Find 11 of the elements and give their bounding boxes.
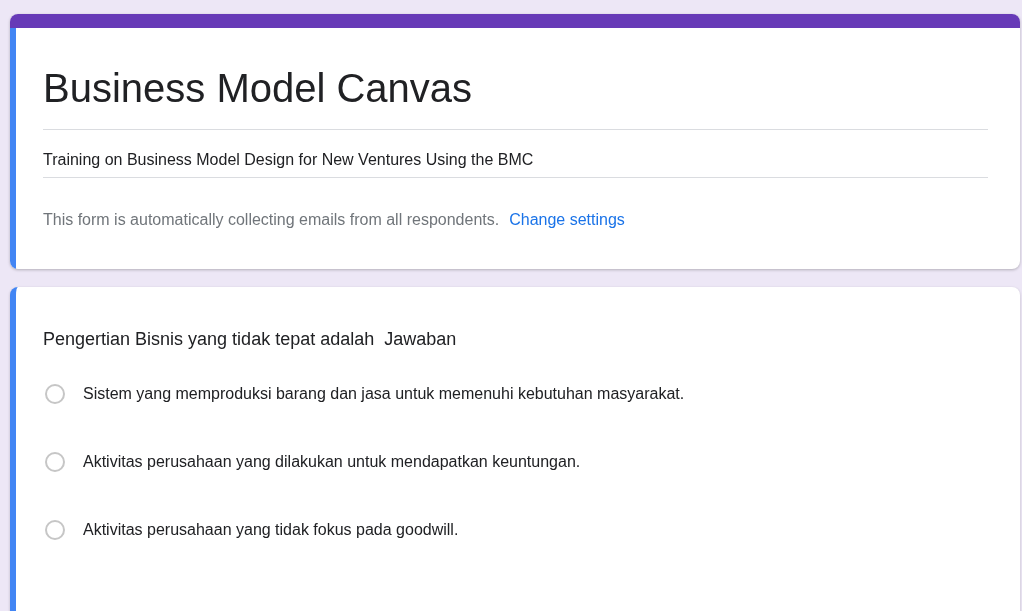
option-label: Sistem yang memproduksi barang dan jasa untuk memenuhi kebutuhan masyarakat. — [83, 385, 685, 403]
form-title: Business Model Canvas — [43, 66, 988, 130]
radio-button[interactable] — [45, 384, 65, 404]
form-description: Training on Business Model Design for New Ventures Using the BMC — [43, 130, 988, 178]
radio-button[interactable] — [45, 520, 65, 540]
option-label: Aktivitas perusahaan yang dilakukan untuk mendapatkan keuntungan. — [83, 453, 581, 471]
radio-button[interactable] — [45, 452, 65, 472]
option-label: Aktivitas perusahaan yang tidak fokus pada goodwill. — [83, 521, 459, 539]
question-text: Pengertian Bisnis yang tidak tepat adalah Jawaban — [43, 329, 458, 350]
email-notice: This form is automatically collecting emails from all respondents. — [43, 211, 500, 229]
change-settings-link[interactable]: Change settings — [509, 211, 625, 229]
